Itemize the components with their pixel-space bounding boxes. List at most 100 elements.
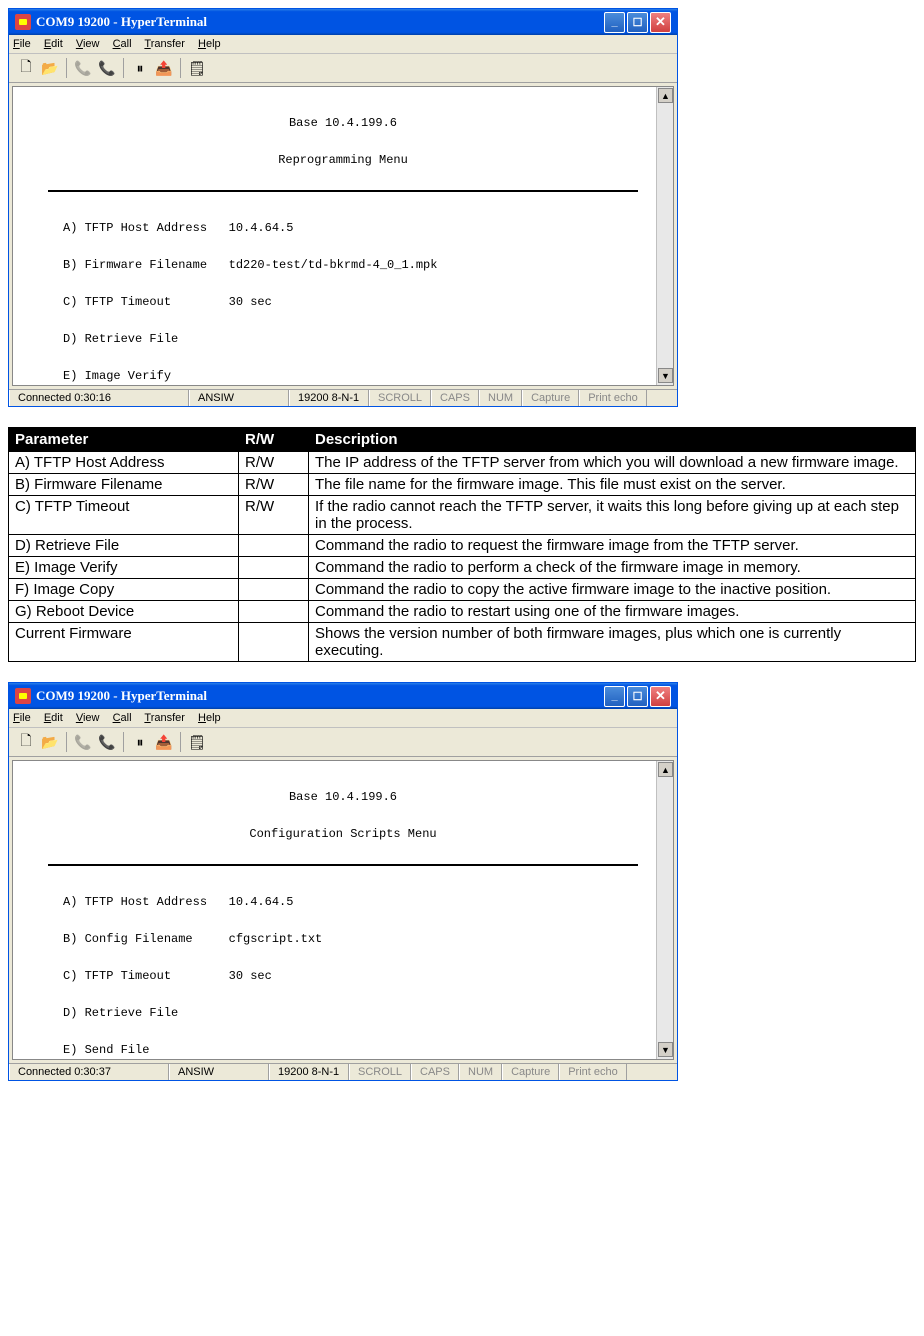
menu-item-d: D) Retrieve File bbox=[63, 1004, 653, 1023]
call2-button[interactable]: 📞 bbox=[96, 57, 118, 79]
new-button[interactable]: 🗋 bbox=[15, 57, 37, 79]
new-button[interactable]: 🗋 bbox=[15, 731, 37, 753]
status-num: NUM bbox=[459, 1064, 502, 1080]
window-title: COM9 19200 - HyperTerminal bbox=[36, 14, 604, 30]
terminal-pane[interactable]: Base 10.4.199.6 Configuration Scripts Me… bbox=[12, 760, 674, 1060]
window-title: COM9 19200 - HyperTerminal bbox=[36, 688, 604, 704]
scroll-down-icon[interactable]: ▼ bbox=[658, 368, 673, 383]
menu-item-a: A) TFTP Host Address 10.4.64.5 bbox=[63, 219, 653, 238]
window-buttons: _ ☐ ✕ bbox=[604, 686, 671, 707]
menu-transfer[interactable]: Transfer bbox=[144, 712, 185, 724]
separator bbox=[123, 732, 124, 752]
separator bbox=[66, 732, 67, 752]
status-connected: Connected 0:30:37 bbox=[9, 1064, 169, 1080]
table-row: F) Image CopyCommand the radio to copy t… bbox=[9, 579, 916, 601]
separator bbox=[180, 58, 181, 78]
menu-item-a: A) TFTP Host Address 10.4.64.5 bbox=[63, 893, 653, 912]
menu-view[interactable]: View bbox=[76, 712, 100, 724]
status-connected: Connected 0:30:16 bbox=[9, 390, 189, 406]
menu-call[interactable]: Call bbox=[113, 38, 132, 50]
menu-help[interactable]: Help bbox=[198, 712, 221, 724]
terminal-divider bbox=[48, 190, 638, 192]
scroll-up-icon[interactable]: ▲ bbox=[658, 88, 673, 103]
call2-button[interactable]: 📞 bbox=[96, 731, 118, 753]
menu-file[interactable]: File bbox=[13, 38, 31, 50]
menubar: File Edit View Call Transfer Help bbox=[9, 35, 677, 54]
menu-item-b: B) Config Filename cfgscript.txt bbox=[63, 930, 653, 949]
maximize-button[interactable]: ☐ bbox=[627, 12, 648, 33]
send-button[interactable]: 📤 bbox=[153, 57, 175, 79]
terminal-divider bbox=[48, 864, 638, 866]
disconnect-button[interactable]: ⏸ bbox=[129, 57, 151, 79]
scroll-down-icon[interactable]: ▼ bbox=[658, 1042, 673, 1057]
app-icon bbox=[15, 688, 31, 704]
open-button[interactable]: 📂 bbox=[39, 731, 61, 753]
status-port-settings: 19200 8-N-1 bbox=[289, 390, 369, 406]
statusbar: Connected 0:30:37 ANSIW 19200 8-N-1 SCRO… bbox=[9, 1063, 677, 1080]
toolbar: 🗋 📂 📞 📞 ⏸ 📤 🗒 bbox=[9, 54, 677, 83]
parameter-table: Parameter R/W Description A) TFTP Host A… bbox=[8, 427, 916, 662]
minimize-button[interactable]: _ bbox=[604, 12, 625, 33]
call-button[interactable]: 📞 bbox=[72, 731, 94, 753]
status-port-settings: 19200 8-N-1 bbox=[269, 1064, 349, 1080]
menubar: File Edit View Call Transfer Help bbox=[9, 709, 677, 728]
separator bbox=[123, 58, 124, 78]
scroll-up-icon[interactable]: ▲ bbox=[658, 762, 673, 777]
properties-button[interactable]: 🗒 bbox=[186, 57, 208, 79]
menu-edit[interactable]: Edit bbox=[44, 712, 63, 724]
close-button[interactable]: ✕ bbox=[650, 686, 671, 707]
menu-item-e: E) Send File bbox=[63, 1041, 653, 1060]
status-print-echo: Print echo bbox=[559, 1064, 627, 1080]
call-button[interactable]: 📞 bbox=[72, 57, 94, 79]
window-buttons: _ ☐ ✕ bbox=[604, 12, 671, 33]
menu-item-d: D) Retrieve File bbox=[63, 330, 653, 349]
terminal-pane[interactable]: Base 10.4.199.6 Reprogramming Menu A) TF… bbox=[12, 86, 674, 386]
minimize-button[interactable]: _ bbox=[604, 686, 625, 707]
titlebar[interactable]: COM9 19200 - HyperTerminal _ ☐ ✕ bbox=[9, 683, 677, 709]
table-row: C) TFTP TimeoutR/WIf the radio cannot re… bbox=[9, 496, 916, 535]
scrollbar[interactable]: ▲ ▼ bbox=[656, 761, 673, 1059]
table-row: G) Reboot DeviceCommand the radio to res… bbox=[9, 601, 916, 623]
terminal-header-line2: Configuration Scripts Menu bbox=[33, 825, 653, 844]
menu-view[interactable]: View bbox=[76, 38, 100, 50]
menu-help[interactable]: Help bbox=[198, 38, 221, 50]
app-icon bbox=[15, 14, 31, 30]
terminal-content: Base 10.4.199.6 Reprogramming Menu A) TF… bbox=[13, 87, 673, 386]
status-capture: Capture bbox=[522, 390, 579, 406]
col-header-description: Description bbox=[309, 428, 916, 452]
menu-transfer[interactable]: Transfer bbox=[144, 38, 185, 50]
table-row: Current FirmwareShows the version number… bbox=[9, 623, 916, 662]
status-terminal-type: ANSIW bbox=[189, 390, 289, 406]
menu-file[interactable]: File bbox=[13, 712, 31, 724]
status-num: NUM bbox=[479, 390, 522, 406]
status-terminal-type: ANSIW bbox=[169, 1064, 269, 1080]
menu-call[interactable]: Call bbox=[113, 712, 132, 724]
status-print-echo: Print echo bbox=[579, 390, 647, 406]
table-row: D) Retrieve FileCommand the radio to req… bbox=[9, 535, 916, 557]
table-row: B) Firmware FilenameR/WThe file name for… bbox=[9, 474, 916, 496]
scrollbar[interactable]: ▲ ▼ bbox=[656, 87, 673, 385]
table-row: A) TFTP Host AddressR/WThe IP address of… bbox=[9, 452, 916, 474]
menu-edit[interactable]: Edit bbox=[44, 38, 63, 50]
hyperterminal-window-2: COM9 19200 - HyperTerminal _ ☐ ✕ File Ed… bbox=[8, 682, 678, 1081]
statusbar: Connected 0:30:16 ANSIW 19200 8-N-1 SCRO… bbox=[9, 389, 677, 406]
hyperterminal-window-1: COM9 19200 - HyperTerminal _ ☐ ✕ File Ed… bbox=[8, 8, 678, 407]
status-capture: Capture bbox=[502, 1064, 559, 1080]
menu-item-b: B) Firmware Filename td220-test/td-bkrmd… bbox=[63, 256, 653, 275]
properties-button[interactable]: 🗒 bbox=[186, 731, 208, 753]
disconnect-button[interactable]: ⏸ bbox=[129, 731, 151, 753]
close-button[interactable]: ✕ bbox=[650, 12, 671, 33]
maximize-button[interactable]: ☐ bbox=[627, 686, 648, 707]
terminal-header-line1: Base 10.4.199.6 bbox=[33, 788, 653, 807]
col-header-parameter: Parameter bbox=[9, 428, 239, 452]
open-button[interactable]: 📂 bbox=[39, 57, 61, 79]
titlebar[interactable]: COM9 19200 - HyperTerminal _ ☐ ✕ bbox=[9, 9, 677, 35]
terminal-header-line2: Reprogramming Menu bbox=[33, 151, 653, 170]
menu-item-e: E) Image Verify bbox=[63, 367, 653, 386]
terminal-content: Base 10.4.199.6 Configuration Scripts Me… bbox=[13, 761, 673, 1060]
terminal-header-line1: Base 10.4.199.6 bbox=[33, 114, 653, 133]
col-header-rw: R/W bbox=[239, 428, 309, 452]
separator bbox=[180, 732, 181, 752]
status-scroll: SCROLL bbox=[349, 1064, 411, 1080]
send-button[interactable]: 📤 bbox=[153, 731, 175, 753]
